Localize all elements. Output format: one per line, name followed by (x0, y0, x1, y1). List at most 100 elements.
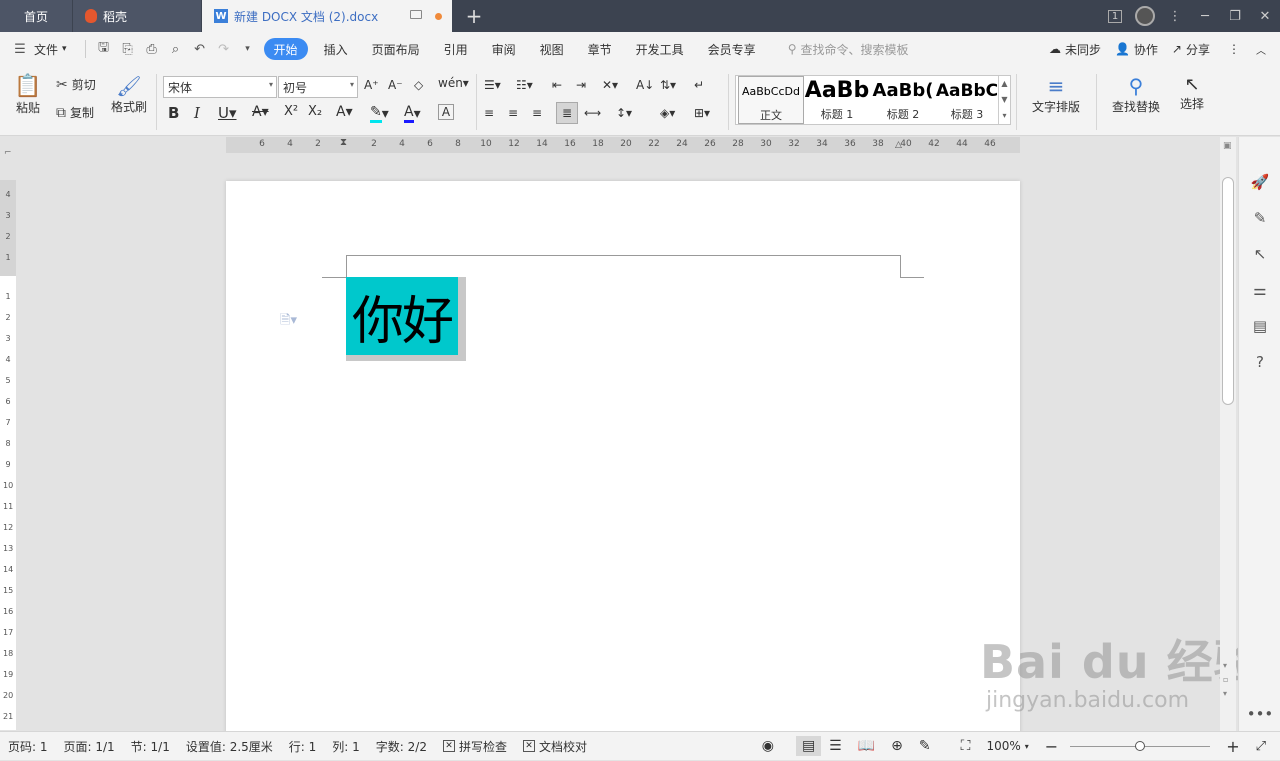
restore-button[interactable]: ❐ (1220, 0, 1250, 32)
fit-page-icon[interactable]: ⛶ (953, 738, 979, 754)
page-view-icon[interactable]: ▤ (795, 736, 822, 756)
format-painter-button[interactable]: 🖌 格式刷 (110, 74, 148, 115)
style-heading-2[interactable]: AaBb( 标题 2 (870, 76, 936, 124)
align-right-icon[interactable]: ≡ (532, 106, 542, 120)
italic-icon[interactable]: I (194, 104, 200, 122)
menu-tab-section[interactable]: 章节 (576, 38, 624, 60)
style-normal[interactable]: AaBbCcDd 正文 (738, 76, 804, 124)
collab-button[interactable]: 👤 协作 (1115, 41, 1158, 58)
scroll-thumb[interactable] (1222, 177, 1234, 405)
vertical-scrollbar[interactable]: ▣ ▾ ▫ ▾ (1220, 137, 1236, 731)
sync-button[interactable]: ☁ 未同步 (1049, 41, 1101, 58)
vertical-ruler[interactable]: 4 3 2 1 1 2 3 4 5 6 7 8 9 10 11 12 13 14 15 16 17 18 19 20 21 (0, 180, 16, 730)
file-menu[interactable]: 文件 ▾ (32, 38, 79, 60)
new-tab-button[interactable]: + (462, 4, 486, 28)
cut-button[interactable]: ✂ 剪切 (56, 76, 96, 93)
eye-protection-icon[interactable]: ◉ (754, 738, 782, 754)
menu-tab-page-layout[interactable]: 页面布局 (360, 38, 432, 60)
shrink-font-icon[interactable]: A⁻ (388, 78, 403, 92)
status-setting[interactable]: 设置值: 2.5厘米 (178, 738, 281, 755)
text-direction-icon[interactable]: A↓ (636, 78, 654, 92)
borders-icon[interactable]: ⊞▾ (694, 106, 710, 120)
close-button[interactable]: ✕ (1250, 0, 1280, 32)
zoom-in-button[interactable]: + (1218, 737, 1247, 756)
tab-document[interactable]: W 新建 DOCX 文档 (2).docx (202, 0, 452, 32)
reading-view-icon[interactable]: 📖 (850, 738, 883, 754)
decrease-indent-icon[interactable]: ⇤ (552, 78, 562, 92)
bold-icon[interactable]: B (168, 104, 179, 122)
zoom-out-button[interactable]: − (1037, 737, 1066, 756)
horizontal-ruler[interactable]: 6 4 2 2 4 6 8 10 12 14 16 18 20 22 24 26 28 30 32 34 36 38 40 4… (226, 137, 1020, 153)
select-button[interactable]: ↖ 选择 (1172, 74, 1212, 112)
bullet-list-icon[interactable]: ☰▾ (484, 78, 501, 92)
zoom-select[interactable]: 100% ▾ (978, 739, 1036, 753)
highlight-icon[interactable]: ✎ ▾ (370, 104, 389, 123)
sort-icon[interactable]: ⇅▾ (660, 78, 676, 92)
menu-tab-references[interactable]: 引用 (432, 38, 480, 60)
window-counter-icon[interactable]: 1 (1100, 0, 1130, 32)
status-col[interactable]: 列: 1 (324, 738, 368, 755)
paste-button[interactable]: 📋 粘贴 (10, 74, 46, 116)
font-name-select[interactable]: 宋体 ▾ (163, 76, 277, 98)
superscript-icon[interactable]: X² (284, 104, 298, 119)
help-icon[interactable]: ? (1249, 351, 1271, 373)
style-heading-1[interactable]: AaBb 标题 1 (804, 76, 870, 124)
line-spacing-icon[interactable]: ↕▾ (616, 106, 632, 120)
rocket-icon[interactable]: 🚀 (1249, 171, 1271, 193)
numbered-list-icon[interactable]: ☷▾ (516, 78, 533, 92)
save-icon[interactable]: 🖫 (92, 37, 116, 61)
avatar[interactable] (1130, 0, 1160, 32)
align-left-icon[interactable]: ≡ (484, 106, 494, 120)
fullscreen-icon[interactable]: ⤢ (1248, 739, 1274, 754)
collapse-ribbon-icon[interactable]: ︿ (1256, 42, 1266, 57)
archive-icon[interactable]: ▤ (1249, 315, 1271, 337)
status-section[interactable]: 节: 1/1 (123, 738, 178, 755)
monitor-icon[interactable] (410, 10, 422, 19)
clear-format-icon[interactable]: ◇ (414, 78, 423, 92)
tab-home[interactable]: 首页 (0, 0, 72, 32)
char-border-icon[interactable]: A (438, 104, 454, 120)
text-effect-icon[interactable]: A▾ (336, 104, 353, 120)
tab-daoke[interactable]: 稻壳 (73, 0, 201, 32)
customize-chevron-icon[interactable]: ▾ (236, 37, 260, 61)
subscript-icon[interactable]: X₂ (308, 104, 322, 119)
redo-icon[interactable]: ↷ (212, 37, 236, 61)
justify-icon[interactable]: ≣ (556, 102, 578, 124)
strikethrough-icon[interactable]: A▾ (252, 104, 269, 120)
right-indent-marker-icon[interactable]: △ (895, 140, 902, 150)
align-center-icon[interactable]: ≡ (508, 106, 518, 120)
font-size-select[interactable]: 初号 ▾ (278, 76, 358, 98)
menu-tab-view[interactable]: 视图 (528, 38, 576, 60)
show-marks-icon[interactable]: ↵ (694, 78, 704, 92)
hamburger-icon[interactable]: ☰ (8, 37, 32, 61)
style-gallery-scroll[interactable]: ▲ ▼ ▾ (998, 76, 1010, 124)
more-icon[interactable]: ⋮ (1228, 42, 1240, 56)
print-preview-icon[interactable]: ⌕ (164, 37, 188, 61)
status-row[interactable]: 行: 1 (281, 738, 325, 755)
menu-tab-member[interactable]: 会员专享 (696, 38, 768, 60)
command-search[interactable]: ⚲ 查找命令、搜索模板 (788, 41, 909, 58)
underline-icon[interactable]: U▾ (218, 104, 237, 122)
sliders-icon[interactable]: ⚌ (1249, 279, 1271, 301)
export-pdf-icon[interactable]: ⎘ (116, 37, 140, 61)
selected-text[interactable]: 你好 (346, 277, 458, 355)
chinese-layout-icon[interactable]: ✕▾ (602, 78, 618, 92)
web-view-icon[interactable]: ⊕ (883, 738, 911, 754)
status-pages[interactable]: 页面: 1/1 (56, 738, 123, 755)
phonetic-guide-icon[interactable]: wén▾ (438, 76, 469, 90)
pen-icon[interactable]: ✎ (1249, 207, 1271, 229)
status-page-number[interactable]: 页码: 1 (0, 738, 56, 755)
copy-button[interactable]: ⧉ 复制 (56, 104, 94, 121)
proofread-button[interactable]: ✕ 文档校对 (515, 738, 595, 755)
print-icon[interactable]: ⎙ (140, 37, 164, 61)
zoom-knob[interactable] (1135, 740, 1146, 751)
status-words[interactable]: 字数: 2/2 (368, 738, 435, 755)
menu-tab-start[interactable]: 开始 (263, 38, 308, 60)
increase-indent-icon[interactable]: ⇥ (576, 78, 586, 92)
writing-mode-icon[interactable]: ✎ (911, 738, 939, 754)
pointer-icon[interactable]: ↖ (1249, 243, 1271, 265)
menu-tab-insert[interactable]: 插入 (312, 38, 360, 60)
spellcheck-button[interactable]: ✕ 拼写检查 (435, 738, 515, 755)
minimize-button[interactable]: ─ (1190, 0, 1220, 32)
paragraph-handle-icon[interactable]: 🗎▾ (280, 311, 297, 333)
